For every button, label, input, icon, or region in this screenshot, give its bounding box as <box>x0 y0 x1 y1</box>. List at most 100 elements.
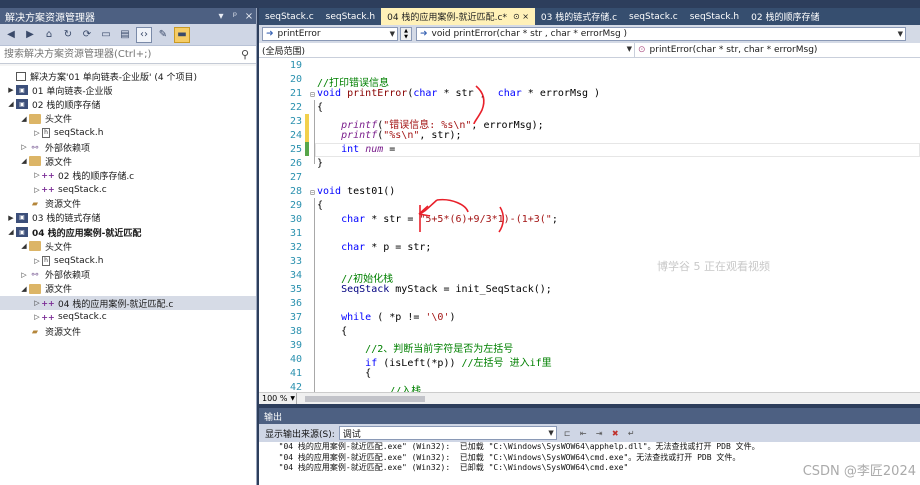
collapse-icon[interactable]: ▭ <box>98 27 114 43</box>
document-tab[interactable]: 03 栈的链式存储.c <box>535 8 623 25</box>
word-wrap-icon[interactable]: ↵ <box>626 428 637 439</box>
find-icon[interactable]: ⊏ <box>562 428 573 439</box>
expand-arrow-icon[interactable]: ◢ <box>19 115 29 123</box>
output-source-value: 调试 <box>342 429 361 440</box>
next-message-icon[interactable]: ⇥ <box>594 428 605 439</box>
pin-icon[interactable]: ᵖ <box>228 11 242 22</box>
line-number: 27 <box>289 172 302 183</box>
sync-icon[interactable]: ↻ <box>60 27 76 43</box>
scrollbar-thumb[interactable] <box>305 395 425 402</box>
video-watermark: 博学谷 5 正在观看视频 <box>657 260 770 273</box>
chevron-down-icon: ▼ <box>548 429 554 437</box>
tree-item[interactable]: ▶ ▣ 01 单向链表-企业版 <box>0 83 256 97</box>
tab-label: seqStack.h <box>689 11 740 22</box>
expand-arrow-icon[interactable]: ◢ <box>6 228 16 236</box>
close-icon[interactable]: × <box>242 11 256 22</box>
expand-arrow-icon[interactable]: ▷ <box>19 271 29 279</box>
document-tab[interactable]: 04 栈的应用案例-就近匹配.c* ⊙ × <box>381 8 535 25</box>
document-tab[interactable]: seqStack.c <box>623 8 684 25</box>
tree-item[interactable]: ▷ ++ seqStack.c <box>0 183 256 197</box>
forward-icon[interactable]: ▶ <box>22 27 38 43</box>
refresh-icon[interactable]: ⟳ <box>79 27 95 43</box>
chevron-down-icon: ▼ <box>626 45 632 53</box>
project-icon: ▣ <box>16 227 28 238</box>
document-tab[interactable]: seqStack.h <box>320 8 381 25</box>
tab-label: 03 栈的链式存储.c <box>540 13 618 23</box>
code-token: num <box>365 144 384 155</box>
tree-item[interactable]: ▷ ⚯ 外部依赖项 <box>0 268 256 282</box>
range-combo[interactable]: (全局范围) ▼ <box>259 43 635 57</box>
code-token: ; <box>551 214 558 225</box>
tree-item[interactable]: ▷ ⚯ 外部依赖项 <box>0 140 256 154</box>
search-icon[interactable]: ⚲ <box>238 48 252 61</box>
tab-close-icon[interactable]: ⊙ × <box>513 12 529 21</box>
document-tab[interactable]: 02 栈的顺序存储 <box>745 8 825 25</box>
properties-icon[interactable]: ▤ <box>117 27 133 43</box>
prev-message-icon[interactable]: ⇤ <box>578 428 589 439</box>
expand-arrow-icon[interactable]: ◢ <box>19 157 29 165</box>
tree-item[interactable]: 解决方案'01 单向链表-企业版' (4 个项目) <box>0 69 256 83</box>
output-toolbar: 显示输出来源(S): 调试 ▼ ⊏ ⇤ ⇥ ✖ ↵ <box>259 424 920 442</box>
wrench-icon[interactable]: ✎ <box>155 27 171 43</box>
code-line: SeqStack myStack = init_SeqStack(); <box>317 284 552 295</box>
tree-item[interactable]: ◢ ▣ 02 栈的顺序存储 <box>0 97 256 111</box>
output-panel: 输出 显示输出来源(S): 调试 ▼ ⊏ ⇤ ⇥ ✖ ↵ "04 栈的应用案例-… <box>259 408 920 485</box>
editor-statusbar: 100 % ▼ <box>259 392 920 404</box>
function-combo[interactable]: ➜ void printError(char * str , char * er… <box>416 27 906 41</box>
fold-toggle-icon[interactable]: ⊟ <box>310 90 315 99</box>
code-token: { <box>317 326 348 337</box>
dropdown-icon[interactable]: ▾ <box>214 11 228 22</box>
code-editor[interactable]: 19 20 21 22 23 24 25 26 27 28 29 30 31 32 33 34 35 36 37 38… <box>259 58 920 392</box>
tree-item[interactable]: ◢ 源文件 <box>0 282 256 296</box>
tree-item[interactable]: ◢ 头文件 <box>0 239 256 253</box>
tree-item[interactable]: ◢ ▣ 04 栈的应用案例-就近匹配 <box>0 225 256 239</box>
expand-arrow-icon[interactable]: ◢ <box>6 100 16 108</box>
tab-label: 02 栈的顺序存储 <box>751 13 820 23</box>
pin-icon[interactable]: ▬ <box>174 26 190 43</box>
tree-item[interactable]: ◢ 源文件 <box>0 154 256 168</box>
member-combo[interactable]: ⊙ printError(char * str, char * errorMsg… <box>635 43 915 57</box>
tree-item[interactable]: ▷ ++ seqStack.c <box>0 310 256 324</box>
expand-arrow-icon[interactable]: ▶ <box>6 86 16 94</box>
function-icon: ⊙ <box>638 45 646 55</box>
code-line: printf("错误信息: %s\n", errorMsg); <box>317 116 544 131</box>
tree-item-label: seqStack.c <box>58 184 107 195</box>
fold-guide <box>314 198 315 392</box>
home-icon[interactable]: ⌂ <box>41 27 57 43</box>
folder-icon <box>29 113 41 124</box>
tab-label: 04 栈的应用案例-就近匹配.c* <box>387 13 507 23</box>
solution-search-input[interactable] <box>4 47 238 62</box>
code-line: //初始化栈 <box>317 270 393 285</box>
tree-item[interactable]: ▷ h seqStack.h <box>0 126 256 140</box>
expand-arrow-icon[interactable]: ▷ <box>19 143 29 151</box>
folder-icon <box>29 283 41 294</box>
code-view-icon[interactable]: ‹› <box>136 26 152 43</box>
horizontal-scrollbar[interactable] <box>301 395 916 403</box>
expand-arrow-icon[interactable]: ▷ <box>32 257 42 265</box>
back-icon[interactable]: ◀ <box>3 27 19 43</box>
tree-item[interactable]: ▷ ++ 02 栈的顺序存储.c <box>0 168 256 182</box>
scope-combo[interactable]: ➜ printError ▼ <box>262 27 398 41</box>
document-tab[interactable]: seqStack.h <box>684 8 745 25</box>
tree-item[interactable]: ▰ 资源文件 <box>0 197 256 211</box>
expand-arrow-icon[interactable]: ◢ <box>19 242 29 250</box>
clear-all-icon[interactable]: ✖ <box>610 428 621 439</box>
tree-item[interactable]: ▷ ++ 04 栈的应用案例-就近匹配.c <box>0 296 256 311</box>
fold-toggle-icon[interactable]: ⊟ <box>310 188 315 197</box>
code-token: '\0' <box>425 312 450 323</box>
tree-item[interactable]: ▰ 资源文件 <box>0 324 256 338</box>
code-token: { <box>317 368 372 379</box>
expand-arrow-icon[interactable]: ◢ <box>19 285 29 293</box>
zoom-level[interactable]: 100 % ▼ <box>259 393 297 404</box>
spin-button[interactable]: ▲ ▼ <box>400 27 412 41</box>
ide-window: 解决方案资源管理器 ▾ ᵖ × ◀ ▶ ⌂ ↻ ⟳ ▭ ▤ ‹› ✎ ▬ ⚲ 解… <box>0 0 920 485</box>
document-tab[interactable]: seqStack.c <box>259 8 320 25</box>
output-source-combo[interactable]: 调试 ▼ <box>338 426 557 440</box>
changed-lines-marker <box>305 114 309 142</box>
tree-item[interactable]: ◢ 头文件 <box>0 112 256 126</box>
expand-arrow-icon[interactable]: ▷ <box>32 129 42 137</box>
expand-arrow-icon[interactable]: ▶ <box>6 214 16 222</box>
tree-item[interactable]: ▷ h seqStack.h <box>0 253 256 267</box>
tree-item[interactable]: ▶ ▣ 03 栈的链式存储 <box>0 211 256 225</box>
